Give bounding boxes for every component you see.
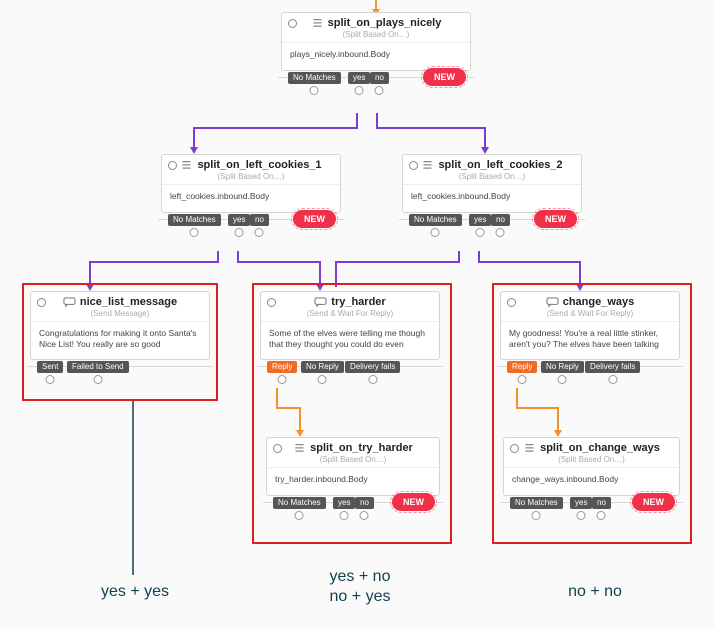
- radio-icon: [409, 161, 418, 170]
- node-body: left_cookies.inbound.Body: [162, 184, 340, 212]
- node-subtype: (Split Based On…): [504, 455, 679, 467]
- caption-no-no: no + no: [530, 582, 660, 602]
- pill-yes[interactable]: yes: [570, 497, 592, 509]
- split-icon: [311, 18, 324, 28]
- node-subtype: (Send & Wait For Reply): [501, 309, 679, 321]
- node-split-left-cookies-1[interactable]: split_on_left_cookies_1 (Split Based On……: [161, 154, 341, 213]
- node-subtype: (Split Based On…): [267, 455, 439, 467]
- node-title: split_on_plays_nicely: [328, 17, 442, 29]
- pill-reply[interactable]: Reply: [267, 361, 297, 373]
- pill-no-reply[interactable]: No Reply: [301, 361, 344, 373]
- split-icon: [523, 443, 536, 453]
- radio-icon: [507, 298, 516, 307]
- node-body: Congratulations for making it onto Santa…: [31, 321, 209, 359]
- node-split-try-harder[interactable]: split_on_try_harder (Split Based On…) tr…: [266, 437, 440, 496]
- node-subtype: (Split Based On…): [282, 30, 470, 42]
- radio-icon: [168, 161, 177, 170]
- node-body: try_harder.inbound.Body: [267, 467, 439, 495]
- node-title: change_ways: [563, 296, 635, 308]
- pill-no[interactable]: no: [491, 214, 510, 226]
- node-body: change_ways.inbound.Body: [504, 467, 679, 495]
- node-subtype: (Send & Wait For Reply): [261, 309, 439, 321]
- new-button[interactable]: NEW: [632, 493, 675, 511]
- node-change-ways[interactable]: change_ways (Send & Wait For Reply) My g…: [500, 291, 680, 360]
- split-icon: [293, 443, 306, 453]
- radio-icon: [273, 444, 282, 453]
- pill-delivery-fails[interactable]: Delivery fails: [585, 361, 640, 373]
- node-split-plays-nicely[interactable]: split_on_plays_nicely (Split Based On…) …: [281, 12, 471, 71]
- split-icon: [421, 160, 434, 170]
- pill-no[interactable]: no: [370, 72, 389, 84]
- new-button[interactable]: NEW: [423, 68, 466, 86]
- node-title: nice_list_message: [80, 296, 177, 308]
- node-body: left_cookies.inbound.Body: [403, 184, 581, 212]
- caption-yes-no-no-yes: yes + no no + yes: [295, 567, 425, 607]
- node-split-left-cookies-2[interactable]: split_on_left_cookies_2 (Split Based On……: [402, 154, 582, 213]
- node-title: split_on_try_harder: [310, 442, 413, 454]
- node-split-change-ways[interactable]: split_on_change_ways (Split Based On…) c…: [503, 437, 680, 496]
- caption-yes-yes: yes + yes: [70, 582, 200, 602]
- pill-no-reply[interactable]: No Reply: [541, 361, 584, 373]
- node-title: try_harder: [331, 296, 385, 308]
- radio-icon: [37, 298, 46, 307]
- pill-no-matches[interactable]: No Matches: [510, 497, 563, 509]
- node-nice-list-message[interactable]: nice_list_message (Send Message) Congrat…: [30, 291, 210, 360]
- pill-no-matches[interactable]: No Matches: [168, 214, 221, 226]
- radio-icon: [510, 444, 519, 453]
- new-button[interactable]: NEW: [293, 210, 336, 228]
- pill-reply[interactable]: Reply: [507, 361, 537, 373]
- node-title: split_on_change_ways: [540, 442, 660, 454]
- split-icon: [180, 160, 193, 170]
- new-button[interactable]: NEW: [392, 493, 435, 511]
- radio-icon: [267, 298, 276, 307]
- pill-no-matches[interactable]: No Matches: [409, 214, 462, 226]
- node-body: My goodness! You're a real little stinke…: [501, 321, 679, 359]
- node-try-harder[interactable]: try_harder (Send & Wait For Reply) Some …: [260, 291, 440, 360]
- node-title: split_on_left_cookies_1: [197, 159, 321, 171]
- message-icon: [546, 297, 559, 307]
- pill-sent[interactable]: Sent: [37, 361, 63, 373]
- pill-yes[interactable]: yes: [228, 214, 250, 226]
- pill-no[interactable]: no: [250, 214, 269, 226]
- node-subtype: (Send Message): [31, 309, 209, 321]
- message-icon: [63, 297, 76, 307]
- new-button[interactable]: NEW: [534, 210, 577, 228]
- radio-icon: [288, 19, 297, 28]
- node-title: split_on_left_cookies_2: [438, 159, 562, 171]
- node-body: plays_nicely.inbound.Body: [282, 42, 470, 70]
- pill-yes[interactable]: yes: [469, 214, 491, 226]
- node-body: Some of the elves were telling me though…: [261, 321, 439, 359]
- message-icon: [314, 297, 327, 307]
- pill-failed[interactable]: Failed to Send: [67, 361, 129, 373]
- pill-no-matches[interactable]: No Matches: [288, 72, 341, 84]
- pill-no[interactable]: no: [592, 497, 611, 509]
- pill-delivery-fails[interactable]: Delivery fails: [345, 361, 400, 373]
- node-subtype: (Split Based On…): [403, 172, 581, 184]
- pill-yes[interactable]: yes: [348, 72, 370, 84]
- pill-yes[interactable]: yes: [333, 497, 355, 509]
- pill-no[interactable]: no: [355, 497, 374, 509]
- node-subtype: (Split Based On…): [162, 172, 340, 184]
- pill-no-matches[interactable]: No Matches: [273, 497, 326, 509]
